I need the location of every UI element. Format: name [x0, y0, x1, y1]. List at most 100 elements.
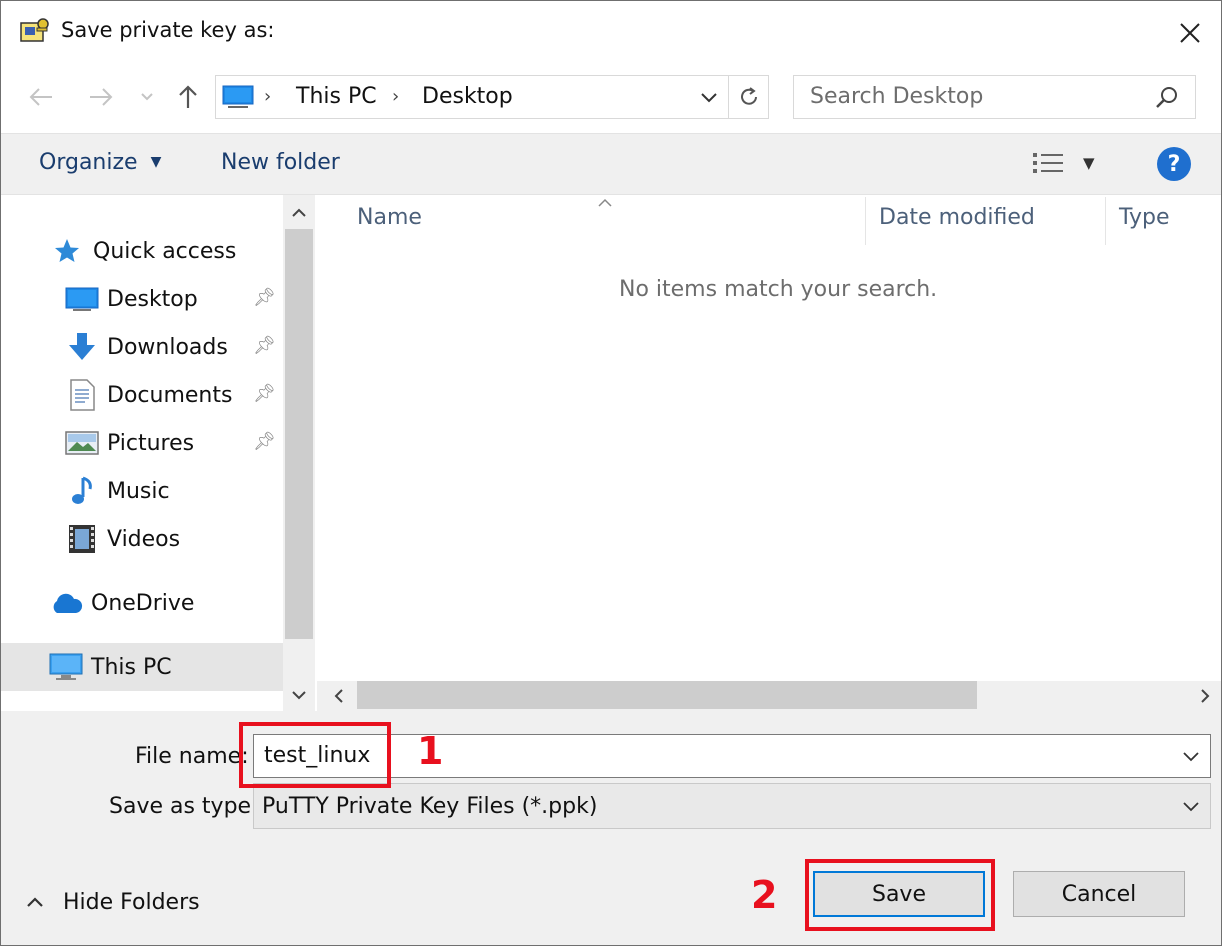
- caret-down-icon: ▼: [150, 154, 162, 170]
- navigation-pane: Quick access Desktop 📌︎ Downloads 📌︎ Doc…: [1, 195, 315, 711]
- empty-folder-message: No items match your search.: [619, 277, 938, 302]
- search-box[interactable]: Search Desktop: [793, 75, 1196, 119]
- pin-icon: 📌︎: [253, 335, 276, 356]
- hide-folders-button[interactable]: Hide Folders: [25, 887, 200, 917]
- hide-folders-label: Hide Folders: [63, 889, 200, 915]
- chevron-down-icon: [141, 93, 153, 101]
- annotation-step-2: 2: [751, 873, 778, 917]
- column-header-name[interactable]: Name: [357, 205, 422, 230]
- column-header-date-modified[interactable]: Date modified: [879, 205, 1035, 230]
- save-as-type-label: Save as type:: [109, 794, 259, 819]
- breadcrumb-separator: ›: [264, 86, 272, 107]
- breadcrumb-separator: ›: [392, 86, 400, 107]
- annotation-highlight-file-name: [239, 722, 391, 788]
- recent-locations-button[interactable]: [137, 85, 157, 109]
- up-button[interactable]: [171, 79, 205, 115]
- help-button[interactable]: ?: [1157, 147, 1191, 181]
- sidebar-item-label: Downloads: [107, 334, 228, 360]
- close-icon: [1180, 23, 1200, 43]
- chevron-down-icon: [701, 93, 717, 103]
- sidebar-item-label: Music: [107, 478, 170, 504]
- help-icon: ?: [1167, 151, 1181, 177]
- file-list[interactable]: [317, 195, 1221, 681]
- organize-button[interactable]: Organize ▼: [39, 150, 161, 175]
- details-view-icon: [1033, 153, 1063, 173]
- title-bar: Save private key as:: [1, 1, 1221, 63]
- cancel-button[interactable]: Cancel: [1013, 871, 1185, 917]
- column-divider[interactable]: [1105, 197, 1106, 245]
- search-input[interactable]: Search Desktop: [810, 84, 983, 109]
- pictures-icon: [65, 426, 99, 460]
- pin-icon: 📌︎: [253, 431, 276, 452]
- search-icon: [1154, 86, 1180, 110]
- file-name-dropdown-button[interactable]: [1178, 745, 1204, 769]
- chevron-down-icon: [1183, 752, 1199, 762]
- scrollbar-thumb[interactable]: [357, 681, 977, 709]
- column-header-type[interactable]: Type: [1119, 205, 1170, 230]
- chevron-up-icon: [292, 208, 306, 217]
- sidebar-item-label: This PC: [91, 654, 172, 680]
- sidebar-item-label: Documents: [107, 382, 233, 408]
- annotation-step-1: 1: [417, 729, 444, 773]
- pin-icon: 📌︎: [253, 383, 276, 404]
- chevron-left-icon: [334, 689, 343, 703]
- address-dropdown-button[interactable]: [694, 86, 724, 110]
- desktop-icon: [65, 282, 99, 316]
- forward-button[interactable]: [83, 79, 119, 115]
- address-divider: [728, 76, 729, 118]
- sidebar-item-documents[interactable]: Documents: [65, 372, 232, 418]
- dialog-title: Save private key as:: [61, 18, 275, 42]
- refresh-icon: [741, 87, 757, 105]
- sidebar-item-label: Quick access: [93, 238, 237, 264]
- breadcrumb-desktop[interactable]: Desktop: [422, 84, 513, 109]
- sidebar-item-onedrive[interactable]: OneDrive: [49, 580, 194, 626]
- scroll-up-button[interactable]: [285, 199, 313, 227]
- sidebar-item-quick-access[interactable]: Quick access: [51, 228, 236, 274]
- chevron-down-icon: [292, 691, 306, 700]
- downloads-icon: [65, 330, 99, 364]
- sidebar-item-label: Videos: [107, 526, 181, 552]
- pin-icon: 📌︎: [253, 287, 276, 308]
- save-dialog: Save private key as: › This PC › Desktop…: [0, 0, 1222, 946]
- videos-icon: [65, 522, 99, 556]
- save-as-type-select[interactable]: PuTTY Private Key Files (*.ppk): [253, 783, 1211, 829]
- this-pc-icon: [49, 650, 83, 684]
- star-icon: [51, 234, 83, 268]
- back-arrow-icon: [29, 88, 52, 106]
- up-arrow-icon: [179, 85, 197, 108]
- sidebar-item-this-pc[interactable]: This PC: [49, 644, 172, 690]
- refresh-button[interactable]: [732, 82, 766, 112]
- sidebar-item-downloads[interactable]: Downloads: [65, 324, 228, 370]
- chevron-up-icon: [27, 897, 43, 907]
- breadcrumb-this-pc[interactable]: This PC: [296, 84, 377, 109]
- scrollbar-thumb[interactable]: [285, 229, 313, 639]
- music-icon: [65, 474, 99, 508]
- new-folder-button[interactable]: New folder: [221, 150, 340, 175]
- sidebar-item-desktop[interactable]: Desktop: [65, 276, 198, 322]
- file-name-label: File name:: [135, 744, 249, 769]
- caret-down-icon: ▼: [1083, 154, 1095, 172]
- annotation-highlight-save: [805, 859, 995, 931]
- sidebar-item-videos[interactable]: Videos: [65, 516, 180, 562]
- chevron-right-icon: [1201, 689, 1210, 703]
- view-options-button[interactable]: ▼: [1031, 150, 1105, 180]
- chevron-down-icon: [1183, 802, 1199, 812]
- documents-icon: [65, 378, 99, 412]
- column-divider[interactable]: [865, 197, 866, 245]
- putty-key-icon: [19, 15, 51, 47]
- close-button[interactable]: [1169, 15, 1211, 51]
- sidebar-item-label: Pictures: [107, 430, 195, 456]
- save-as-type-value: PuTTY Private Key Files (*.ppk): [262, 794, 598, 819]
- scroll-down-button[interactable]: [285, 681, 313, 709]
- sidebar-item-pictures[interactable]: Pictures: [65, 420, 194, 466]
- file-name-field[interactable]: test_linux: [253, 734, 1211, 778]
- organize-label: Organize: [39, 150, 138, 175]
- forward-arrow-icon: [90, 88, 113, 106]
- sidebar-item-music[interactable]: Music: [65, 468, 170, 514]
- save-as-type-dropdown-button[interactable]: [1178, 795, 1204, 819]
- scroll-right-button[interactable]: [1191, 683, 1219, 709]
- back-button[interactable]: [23, 79, 59, 115]
- address-bar[interactable]: › This PC › Desktop: [215, 75, 769, 119]
- scroll-left-button[interactable]: [325, 683, 353, 709]
- sort-up-icon: [597, 193, 613, 207]
